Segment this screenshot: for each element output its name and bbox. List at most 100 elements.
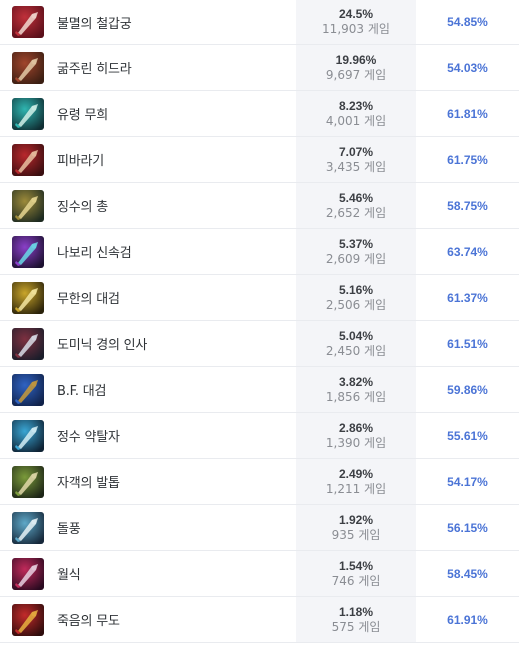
win-rate: 56.15% bbox=[447, 520, 488, 535]
win-rate: 54.03% bbox=[447, 60, 488, 75]
navori-quickblades-icon[interactable] bbox=[12, 235, 44, 268]
bf-sword-icon[interactable] bbox=[12, 373, 44, 406]
game-count: 2,506 게임 bbox=[325, 297, 387, 312]
game-count: 935 게임 bbox=[331, 527, 381, 542]
win-rate: 54.17% bbox=[447, 474, 488, 489]
item-row[interactable]: 무한의 대검 5.16% 2,506 게임 61.37% bbox=[0, 275, 519, 321]
pick-rate: 3.82% bbox=[338, 374, 374, 389]
game-count: 1,856 게임 bbox=[325, 389, 387, 404]
game-count: 575 게임 bbox=[331, 619, 381, 634]
pick-rate: 5.37% bbox=[338, 236, 374, 251]
pick-rate-cell: 3.82% 1,856 게임 bbox=[296, 367, 416, 412]
item-cell: 피바라기 bbox=[0, 137, 296, 182]
pick-rate-cell: 24.5% 11,903 게임 bbox=[296, 0, 416, 44]
phantom-dancer-icon[interactable] bbox=[12, 97, 44, 130]
item-name: 정수 약탈자 bbox=[57, 430, 120, 445]
item-row[interactable]: 월식 1.54% 746 게임 58.45% bbox=[0, 551, 519, 597]
item-row[interactable]: 정수 약탈자 2.86% 1,390 게임 55.61% bbox=[0, 413, 519, 459]
item-name: 죽음의 무도 bbox=[57, 614, 120, 629]
game-count: 3,435 게임 bbox=[325, 159, 387, 174]
item-name: 굶주린 히드라 bbox=[57, 62, 132, 77]
item-name: 나보리 신속검 bbox=[57, 246, 132, 261]
item-cell: 나보리 신속검 bbox=[0, 229, 296, 274]
item-cell: 돌풍 bbox=[0, 505, 296, 550]
game-count: 2,450 게임 bbox=[325, 343, 387, 358]
win-rate: 61.91% bbox=[447, 612, 488, 627]
item-cell: 무한의 대검 bbox=[0, 275, 296, 320]
win-rate: 61.75% bbox=[447, 152, 488, 167]
pick-rate-cell: 5.04% 2,450 게임 bbox=[296, 321, 416, 366]
win-rate: 61.51% bbox=[447, 336, 488, 351]
pick-rate-cell: 2.49% 1,211 게임 bbox=[296, 459, 416, 504]
item-cell: 자객의 발톱 bbox=[0, 459, 296, 504]
immortal-shieldbow-icon[interactable] bbox=[12, 6, 44, 38]
pick-rate-cell: 19.96% 9,697 게임 bbox=[296, 45, 416, 90]
item-row[interactable]: 불멸의 철갑궁 24.5% 11,903 게임 54.85% bbox=[0, 0, 519, 45]
infinity-edge-icon[interactable] bbox=[12, 281, 44, 314]
item-cell: 정수 약탈자 bbox=[0, 413, 296, 458]
game-count: 746 게임 bbox=[331, 573, 381, 588]
win-rate: 58.75% bbox=[447, 198, 488, 213]
pick-rate-cell: 1.54% 746 게임 bbox=[296, 551, 416, 596]
win-rate: 55.61% bbox=[447, 428, 488, 443]
item-cell: 도미닉 경의 인사 bbox=[0, 321, 296, 366]
item-row[interactable]: 나보리 신속검 5.37% 2,609 게임 63.74% bbox=[0, 229, 519, 275]
pick-rate-cell: 5.16% 2,506 게임 bbox=[296, 275, 416, 320]
pick-rate: 5.46% bbox=[338, 190, 374, 205]
item-row[interactable]: 유령 무희 8.23% 4,001 게임 61.81% bbox=[0, 91, 519, 137]
pick-rate-cell: 5.46% 2,652 게임 bbox=[296, 183, 416, 228]
pick-rate: 19.96% bbox=[335, 52, 377, 67]
assassins-claw-icon[interactable] bbox=[12, 465, 44, 498]
pick-rate: 1.92% bbox=[338, 512, 374, 527]
pick-rate-cell: 7.07% 3,435 게임 bbox=[296, 137, 416, 182]
item-name: 월식 bbox=[57, 568, 81, 583]
pick-rate: 7.07% bbox=[338, 144, 374, 159]
item-name: 피바라기 bbox=[57, 154, 105, 169]
item-name: 도미닉 경의 인사 bbox=[57, 338, 148, 353]
item-cell: 죽음의 무도 bbox=[0, 597, 296, 642]
pick-rate-cell: 1.18% 575 게임 bbox=[296, 597, 416, 642]
eclipse-icon[interactable] bbox=[12, 557, 44, 590]
game-count: 11,903 게임 bbox=[322, 22, 390, 36]
pick-rate: 1.18% bbox=[338, 604, 374, 619]
item-row[interactable]: 징수의 총 5.46% 2,652 게임 58.75% bbox=[0, 183, 519, 229]
win-rate: 54.85% bbox=[447, 15, 488, 29]
item-row[interactable]: 도미닉 경의 인사 5.04% 2,450 게임 61.51% bbox=[0, 321, 519, 367]
pick-rate: 8.23% bbox=[338, 98, 374, 113]
win-rate: 61.37% bbox=[447, 290, 488, 305]
win-rate: 63.74% bbox=[447, 244, 488, 259]
game-count: 4,001 게임 bbox=[325, 113, 387, 128]
item-name: 무한의 대검 bbox=[57, 292, 120, 307]
item-row[interactable]: 자객의 발톱 2.49% 1,211 게임 54.17% bbox=[0, 459, 519, 505]
ravenous-hydra-icon[interactable] bbox=[12, 51, 44, 84]
pick-rate: 2.49% bbox=[338, 466, 374, 481]
bloodthirster-icon[interactable] bbox=[12, 143, 44, 176]
item-row[interactable]: 돌풍 1.92% 935 게임 56.15% bbox=[0, 505, 519, 551]
item-name: 유령 무희 bbox=[57, 108, 108, 123]
galeforce-icon[interactable] bbox=[12, 511, 44, 544]
item-row[interactable]: 굶주린 히드라 19.96% 9,697 게임 54.03% bbox=[0, 45, 519, 91]
win-rate: 61.81% bbox=[447, 106, 488, 121]
game-count: 2,652 게임 bbox=[325, 205, 387, 220]
the-collector-icon[interactable] bbox=[12, 189, 44, 222]
item-name: 돌풍 bbox=[57, 522, 81, 537]
game-count: 1,211 게임 bbox=[325, 481, 387, 496]
item-name: B.F. 대검 bbox=[57, 384, 107, 399]
item-name: 자객의 발톱 bbox=[57, 476, 120, 491]
item-row[interactable]: B.F. 대검 3.82% 1,856 게임 59.86% bbox=[0, 367, 519, 413]
pick-rate: 24.5% bbox=[338, 7, 374, 21]
item-cell: B.F. 대검 bbox=[0, 367, 296, 412]
pick-rate: 1.54% bbox=[338, 558, 374, 573]
item-row[interactable]: 죽음의 무도 1.18% 575 게임 61.91% bbox=[0, 597, 519, 643]
item-cell: 굶주린 히드라 bbox=[0, 45, 296, 90]
pick-rate-cell: 2.86% 1,390 게임 bbox=[296, 413, 416, 458]
win-rate: 59.86% bbox=[447, 382, 488, 397]
item-cell: 불멸의 철갑궁 bbox=[0, 0, 296, 44]
lord-dominiks-regards-icon[interactable] bbox=[12, 327, 44, 360]
essence-reaver-icon[interactable] bbox=[12, 419, 44, 452]
win-rate: 58.45% bbox=[447, 566, 488, 581]
deaths-dance-icon[interactable] bbox=[12, 603, 44, 636]
item-row[interactable]: 피바라기 7.07% 3,435 게임 61.75% bbox=[0, 137, 519, 183]
pick-rate-cell: 8.23% 4,001 게임 bbox=[296, 91, 416, 136]
item-stats-table: 불멸의 철갑궁 24.5% 11,903 게임 54.85% 굶주린 히드라 19.96%… bbox=[0, 0, 519, 643]
